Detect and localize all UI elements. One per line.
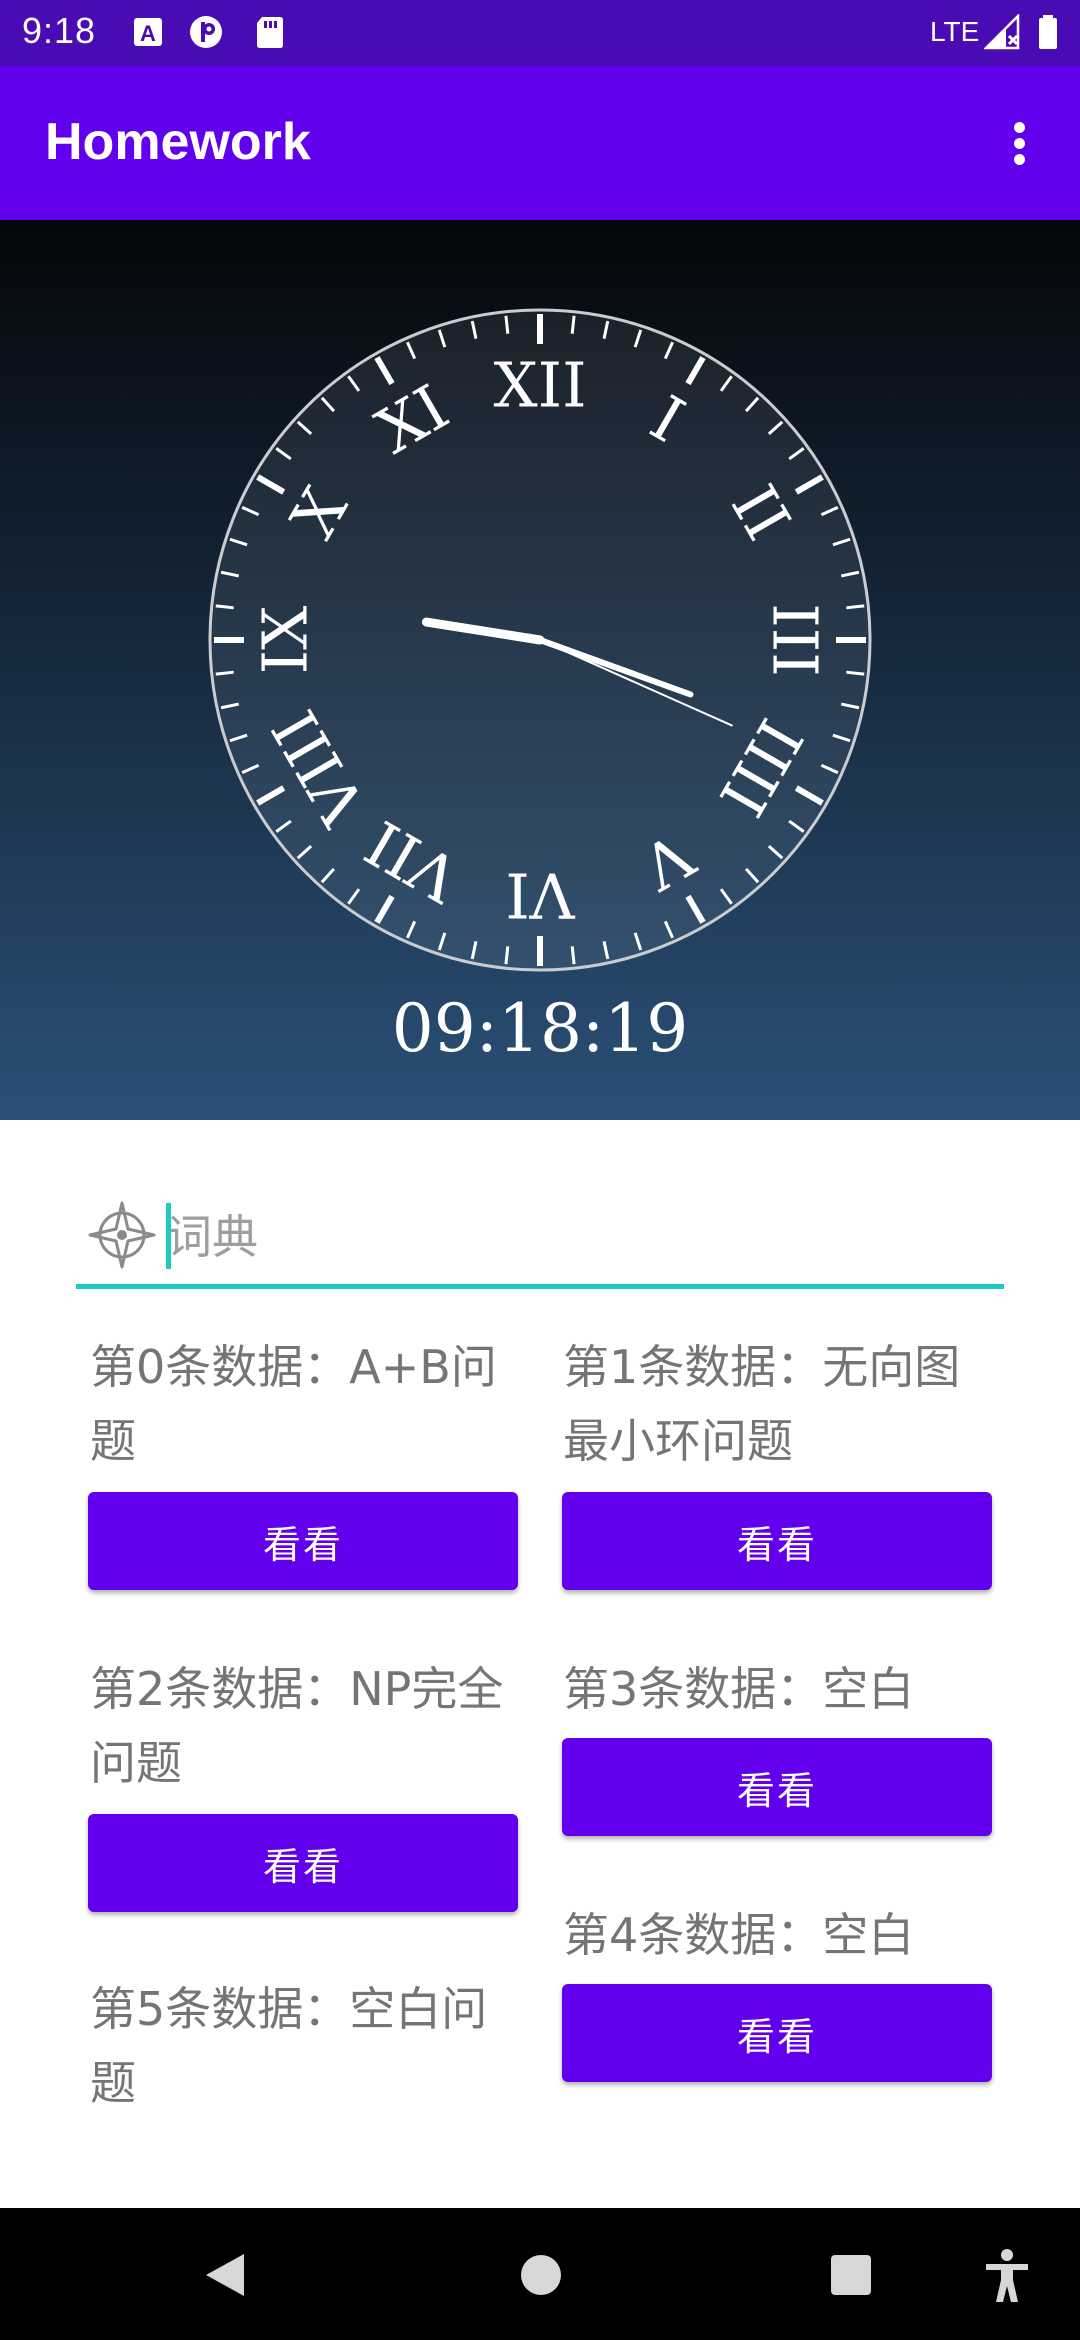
more-vert-icon[interactable] [1000,114,1040,174]
minute-tick [215,604,234,610]
minute-tick [215,670,234,676]
svg-text:A: A [140,21,156,46]
item-label-4: 第4条数据：空白 [563,1908,915,1962]
circle-p-icon [190,16,222,48]
view-button-4[interactable]: 看看 [562,1984,992,2082]
view-button-2[interactable]: 看看 [88,1814,518,1912]
item-label-3: 第3条数据：空白 [563,1662,915,1716]
network-type: LTE [930,16,980,47]
status-time: 9:18 [22,10,97,51]
battery-icon [1039,15,1057,49]
signal-icon [984,14,1020,50]
item-label-2: 第2条数据：NP完全问题 [90,1662,504,1790]
clock-numeral: VI [505,859,575,932]
app-bar: Homework [0,66,1080,220]
status-bar: 9:18 A LTE [0,0,1080,66]
app-title: Homework [45,113,311,171]
home-icon[interactable] [520,2254,562,2296]
minute-tick [504,315,510,334]
compass-icon [88,1201,156,1269]
keyboard-a-icon: A [134,18,162,46]
digital-time: 09:18:19 [391,990,689,1067]
clock-numeral: III [759,603,832,676]
view-button-1[interactable]: 看看 [562,1492,992,1590]
recents-icon[interactable] [830,2254,872,2296]
view-button-0[interactable]: 看看 [88,1492,518,1590]
item-label-5: 第5条数据：空白问题 [90,1982,488,2110]
back-icon[interactable] [200,2250,250,2300]
minute-tick [846,604,865,610]
minute-tick [504,946,510,965]
clock-panel: XII I II III IIII V VI VII VIII IX X XI 09:18:19 [0,220,1080,1120]
search-input[interactable] [166,1197,966,1277]
minute-tick [570,315,576,334]
text-cursor [166,1203,171,1269]
view-button-3[interactable]: 看看 [562,1738,992,1836]
analog-clock: XII IIIIIIIIIIVVIVIIVIIIIXXXI [208,308,872,972]
sd-card-icon [257,17,283,48]
accessibility-icon[interactable] [982,2248,1032,2304]
item-label-1: 第1条数据：无向图最小环问题 [563,1340,961,1468]
clock-numeral: XII [493,349,586,422]
minute-tick [846,670,865,676]
clock-numeral: IX [249,606,322,675]
minute-tick [570,946,576,965]
item-label-0: 第0条数据：A+B问题 [90,1340,497,1468]
navigation-bar [0,2208,1080,2340]
dictionary-search [76,1185,1004,1289]
